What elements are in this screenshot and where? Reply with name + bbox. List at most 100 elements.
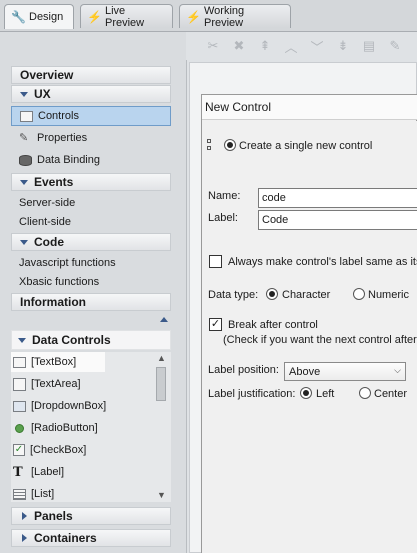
justify-left-radio[interactable] — [300, 387, 312, 399]
sidebar-item-properties[interactable]: ✎ Properties — [11, 128, 171, 148]
scroll-up-icon[interactable]: ▲ — [157, 353, 166, 363]
lightning-icon: ⚡ — [87, 9, 102, 24]
list-item-label: [RadioButton] — [31, 422, 98, 434]
collapsed-icon — [22, 512, 27, 520]
lightning-icon: ⚡ — [186, 9, 201, 24]
events-label: Events — [34, 175, 74, 189]
justify-center-label: Center — [374, 388, 408, 400]
sidebar-item-server-side[interactable]: Server-side — [19, 197, 75, 209]
list-icon — [13, 488, 26, 500]
dialog-title: New Control — [202, 95, 417, 120]
break-after-hint: (Check if you want the next control afte… — [223, 334, 417, 346]
single-control-icon — [207, 139, 211, 150]
tab-working-preview[interactable]: ⚡ Working Preview — [179, 4, 291, 29]
sidebar-item-client-side[interactable]: Client-side — [19, 216, 71, 228]
information-label: Information — [20, 295, 86, 309]
sidebar-item-javascript-functions[interactable]: Javascript functions — [19, 257, 116, 269]
move-down-icon[interactable]: ﹀ — [308, 37, 326, 56]
containers-label: Containers — [34, 531, 97, 545]
toolbar: ✂ ✖ ⇞ ︿ ﹀ ⇟ ▤ ✎ — [186, 32, 417, 60]
break-after-label: Break after control — [228, 319, 318, 331]
data-controls-header[interactable]: Data Controls — [11, 330, 171, 350]
list-item-label: [List] — [31, 488, 55, 500]
list-item-label: [TextBox] — [31, 356, 77, 368]
sidebar-section-panels[interactable]: Panels — [11, 507, 171, 525]
chevron-down-icon: ⌵ — [394, 365, 401, 375]
same-label-checkbox[interactable] — [209, 255, 222, 268]
ux-label: UX — [34, 87, 51, 101]
overview-label: Overview — [20, 68, 74, 82]
checkbox-icon: ✓ — [13, 444, 25, 456]
sidebar-section-ux[interactable]: UX — [11, 85, 171, 103]
tab-live-preview[interactable]: ⚡ Live Preview — [80, 4, 173, 29]
move-top-icon[interactable]: ⇞ — [256, 38, 274, 54]
list-item-radiobutton[interactable]: [RadioButton] — [11, 418, 153, 438]
data-type-numeric-radio[interactable] — [353, 288, 365, 300]
data-controls-label: Data Controls — [32, 333, 111, 347]
name-label: Name: — [208, 190, 241, 202]
list-item-label: [DropdownBox] — [31, 400, 107, 412]
label-position-value: Above — [289, 366, 321, 378]
name-field[interactable]: code — [258, 188, 417, 208]
create-single-label: Create a single new control — [239, 140, 373, 152]
list-item-dropdownbox[interactable]: [DropdownBox] — [11, 396, 153, 416]
delete-icon[interactable]: ✖ — [230, 38, 248, 54]
data-controls-list: [TextBox] [TextArea] [DropdownBox] [Radi… — [11, 352, 171, 502]
tools-icon[interactable]: ✎ — [386, 38, 404, 54]
dialog-body: Create a single new control Name: code L… — [202, 121, 417, 553]
list-item-checkbox[interactable]: ✓ [CheckBox] — [11, 440, 153, 460]
expand-icon — [18, 337, 26, 343]
wrench-icon: 🔧 — [11, 10, 26, 24]
create-single-radio[interactable] — [224, 139, 236, 151]
sidebar-section-code[interactable]: Code — [11, 233, 171, 251]
textarea-icon — [13, 377, 26, 391]
list-item-textbox[interactable]: [TextBox] — [11, 352, 105, 372]
data-type-character-radio[interactable] — [266, 288, 278, 300]
tab-bar: 🔧 Design ⚡ Live Preview ⚡ Working Previe… — [0, 0, 417, 32]
scrollbar-thumb[interactable] — [156, 367, 166, 401]
tab-design-label: Design — [29, 11, 64, 23]
tab-design[interactable]: 🔧 Design — [4, 4, 74, 29]
move-bottom-icon[interactable]: ⇟ — [334, 38, 352, 54]
new-control-dialog: New Control Create a single new control … — [201, 94, 417, 553]
label-justification-label: Label justification: — [208, 388, 296, 400]
data-controls-scrollbar[interactable]: ▲ ▼ — [154, 352, 168, 502]
sidebar-section-information[interactable]: Information — [11, 293, 171, 311]
collapse-up-icon[interactable] — [160, 317, 168, 322]
data-type-character-label: Character — [282, 289, 331, 301]
sidebar-section-overview[interactable]: Overview — [11, 66, 171, 84]
list-item-list[interactable]: [List] — [11, 484, 153, 504]
sidebar: Overview UX Controls ✎ Properties Data B… — [8, 64, 171, 553]
scroll-down-icon[interactable]: ▼ — [157, 490, 166, 500]
list-item-textarea[interactable]: [TextArea] — [11, 374, 153, 394]
label-label: Label: — [208, 212, 238, 224]
list-item-label: [CheckBox] — [30, 444, 87, 456]
move-up-icon[interactable]: ︿ — [282, 37, 300, 56]
cut-icon[interactable]: ✂ — [204, 38, 222, 54]
list-item-label: [TextArea] — [31, 378, 81, 390]
sidebar-section-containers[interactable]: Containers — [11, 529, 171, 547]
list-item-label: [Label] — [31, 466, 65, 478]
tab-working-preview-label: Working Preview — [204, 4, 245, 29]
sidebar-item-label: Data Binding — [37, 154, 100, 166]
collapsed-icon — [22, 534, 27, 542]
label-position-select[interactable]: Above ⌵ — [284, 362, 406, 381]
radio-icon — [15, 423, 24, 433]
same-label-checkbox-label: Always make control's label same as its — [228, 256, 417, 268]
list-item-label-control[interactable]: T [Label] — [11, 462, 153, 482]
label-field[interactable]: Code — [258, 210, 417, 230]
justify-center-radio[interactable] — [359, 387, 371, 399]
textbox-icon — [13, 356, 26, 368]
break-after-checkbox[interactable]: ✓ — [209, 318, 222, 331]
label-position-label: Label position: — [208, 364, 279, 376]
panels-label: Panels — [34, 509, 73, 523]
expand-icon — [20, 239, 28, 245]
dropdown-icon — [13, 400, 26, 412]
data-type-numeric-label: Numeric — [368, 289, 409, 301]
sidebar-item-controls[interactable]: Controls — [11, 106, 171, 126]
sidebar-item-data-binding[interactable]: Data Binding — [11, 150, 171, 170]
controls-icon — [20, 110, 33, 122]
sidebar-item-xbasic-functions[interactable]: Xbasic functions — [19, 276, 99, 288]
sidebar-section-events[interactable]: Events — [11, 173, 171, 191]
properties-icon[interactable]: ▤ — [360, 38, 378, 54]
